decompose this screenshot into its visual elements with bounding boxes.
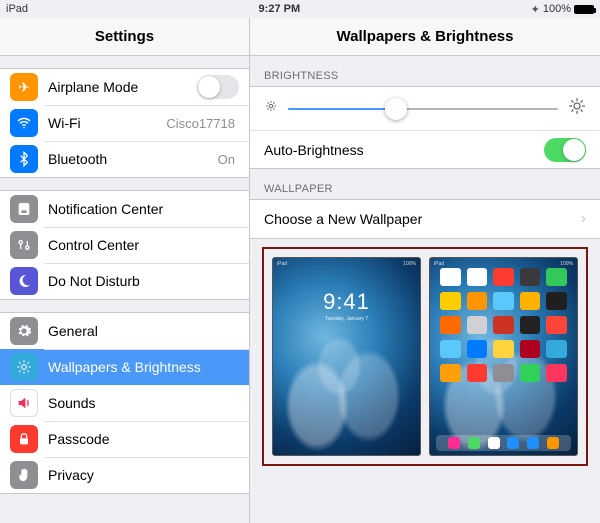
passcode-label: Passcode (48, 431, 239, 447)
gear-icon (10, 317, 38, 345)
row-privacy[interactable]: Privacy (0, 457, 249, 493)
brightness-panel: Auto-Brightness (250, 86, 600, 169)
app-icon (520, 268, 541, 286)
notification-center-icon (10, 195, 38, 223)
bluetooth-value: On (218, 152, 235, 167)
dock-app-icon (507, 437, 519, 449)
dock-app-icon (468, 437, 480, 449)
app-icon (467, 292, 488, 310)
sidebar-group-notifications: Notification Center Control Center Do No… (0, 190, 249, 300)
sidebar-group-general: General Wallpapers & Brightness Sounds P… (0, 312, 249, 494)
status-bar: iPad 9:27 PM ✦ 100% (0, 0, 600, 18)
dock-app-icon (488, 437, 500, 449)
general-label: General (48, 323, 239, 339)
airplane-label: Airplane Mode (48, 79, 197, 95)
dnd-label: Do Not Disturb (48, 273, 239, 289)
lock-preview-time: 9:41 (273, 289, 420, 315)
app-icon (546, 364, 567, 382)
row-airplane-mode[interactable]: ✈ Airplane Mode (0, 69, 249, 105)
detail-pane: Wallpapers & Brightness BRIGHTNESS Auto-… (250, 18, 600, 523)
statusbar-time: 9:27 PM (28, 3, 531, 15)
brightness-icon (10, 353, 38, 381)
chevron-right-icon: › (581, 210, 586, 228)
moon-icon (10, 267, 38, 295)
settings-sidebar: Settings ✈ Airplane Mode Wi-Fi Cisco1771… (0, 18, 250, 523)
app-icon (440, 364, 461, 382)
app-icon (493, 268, 514, 286)
row-general[interactable]: General (0, 313, 249, 349)
auto-brightness-label: Auto-Brightness (264, 142, 364, 158)
sun-min-icon (264, 99, 278, 118)
app-icon (467, 364, 488, 382)
control-center-icon (10, 231, 38, 259)
privacy-label: Privacy (48, 467, 239, 483)
sidebar-group-connectivity: ✈ Airplane Mode Wi-Fi Cisco17718 Bluetoo… (0, 68, 249, 178)
row-bluetooth[interactable]: Bluetooth On (0, 141, 249, 177)
app-icon (440, 292, 461, 310)
bluetooth-label: Bluetooth (48, 151, 218, 167)
app-icon (493, 316, 514, 334)
choose-wallpaper-label: Choose a New Wallpaper (264, 211, 422, 227)
dock-app-icon (448, 437, 460, 449)
app-icon (520, 340, 541, 358)
bluetooth-icon (10, 145, 38, 173)
row-sounds[interactable]: Sounds (0, 385, 249, 421)
lock-icon (10, 425, 38, 453)
airplane-icon: ✈ (10, 73, 38, 101)
notification-center-label: Notification Center (48, 201, 239, 217)
wifi-icon (10, 109, 38, 137)
app-icon (546, 268, 567, 286)
sun-max-icon (568, 97, 586, 120)
preview-lock-screen[interactable]: iPad100% 9:41 Tuesday, January 7 (272, 257, 421, 456)
app-icon (493, 364, 514, 382)
preview-home-screen[interactable]: iPad100% (429, 257, 578, 456)
detail-title: Wallpapers & Brightness (250, 18, 600, 56)
app-icon (467, 340, 488, 358)
app-icon (493, 292, 514, 310)
app-icon (440, 268, 461, 286)
sounds-label: Sounds (48, 395, 239, 411)
choose-wallpaper-row[interactable]: Choose a New Wallpaper › (250, 199, 600, 239)
app-icon (546, 316, 567, 334)
sounds-icon (10, 389, 38, 417)
brightness-slider[interactable] (288, 108, 558, 110)
brightness-header: BRIGHTNESS (250, 56, 600, 86)
hand-icon (10, 461, 38, 489)
row-do-not-disturb[interactable]: Do Not Disturb (0, 263, 249, 299)
app-icon (440, 340, 461, 358)
wifi-value: Cisco17718 (166, 116, 235, 131)
airplane-switch[interactable] (197, 75, 239, 99)
app-icon (546, 292, 567, 310)
app-icon (520, 292, 541, 310)
auto-brightness-row[interactable]: Auto-Brightness (250, 130, 600, 168)
lock-preview-date: Tuesday, January 7 (273, 316, 420, 322)
app-icon (520, 316, 541, 334)
app-icon (467, 316, 488, 334)
battery-percent: 100% (543, 3, 571, 15)
dock-app-icon (547, 437, 559, 449)
row-wallpapers-brightness[interactable]: Wallpapers & Brightness (0, 349, 249, 385)
row-control-center[interactable]: Control Center (0, 227, 249, 263)
row-passcode[interactable]: Passcode (0, 421, 249, 457)
auto-brightness-switch[interactable] (544, 138, 586, 162)
wallpaper-header: WALLPAPER (250, 169, 600, 199)
app-icon (546, 340, 567, 358)
wallpaper-previews: iPad100% 9:41 Tuesday, January 7 iPad100… (262, 247, 588, 466)
battery-icon (574, 5, 594, 14)
statusbar-device: iPad (6, 3, 28, 15)
bluetooth-status-icon: ✦ (531, 3, 540, 16)
wb-label: Wallpapers & Brightness (48, 359, 239, 375)
wifi-label: Wi-Fi (48, 115, 166, 131)
sidebar-title: Settings (0, 18, 249, 56)
statusbar-right: ✦ 100% (531, 3, 594, 16)
app-icon (467, 268, 488, 286)
app-icon (440, 316, 461, 334)
control-center-label: Control Center (48, 237, 239, 253)
dock-app-icon (527, 437, 539, 449)
app-icon (493, 340, 514, 358)
row-notification-center[interactable]: Notification Center (0, 191, 249, 227)
row-wifi[interactable]: Wi-Fi Cisco17718 (0, 105, 249, 141)
app-icon (520, 364, 541, 382)
